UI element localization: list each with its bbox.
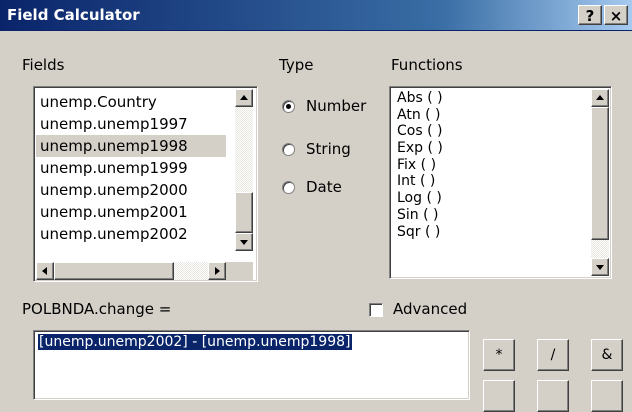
fields-list[interactable]: unemp.Country unemp.unemp1997 unemp.unemp1… bbox=[33, 86, 258, 282]
window-title: Field Calculator bbox=[7, 6, 140, 24]
function-list-item[interactable]: Atn ( ) bbox=[393, 107, 583, 124]
fields-scroll-up-button[interactable] bbox=[235, 89, 253, 107]
function-list-item[interactable]: Int ( ) bbox=[393, 173, 583, 190]
radio-button[interactable] bbox=[282, 143, 295, 156]
field-list-item[interactable]: unemp.unemp2000 bbox=[36, 179, 226, 201]
fields-items: unemp.Country unemp.unemp1997 unemp.unemp1… bbox=[36, 91, 226, 245]
field-list-item[interactable]: unemp.unemp1997 bbox=[36, 113, 226, 135]
arrow-down-icon bbox=[240, 240, 248, 245]
expression-textarea[interactable]: [unemp.unemp2002] - [unemp.unemp1998] bbox=[33, 330, 470, 400]
function-list-item[interactable]: Log ( ) bbox=[393, 190, 583, 207]
functions-list[interactable]: Abs ( ) Atn ( ) Cos ( ) Exp ( ) Fix ( ) Int (… bbox=[389, 86, 612, 279]
type-option-label: String bbox=[306, 140, 351, 158]
concatenate-button[interactable]: & bbox=[591, 339, 623, 371]
help-button[interactable]: ? bbox=[578, 5, 602, 25]
functions-scroll-down-button[interactable] bbox=[591, 258, 609, 276]
functions-vscroll-track[interactable] bbox=[591, 240, 609, 258]
functions-scroll-up-button[interactable] bbox=[591, 89, 609, 107]
fields-vscroll-thumb[interactable] bbox=[235, 192, 253, 233]
arrow-down-icon bbox=[596, 265, 604, 270]
divide-button[interactable]: / bbox=[537, 339, 569, 371]
function-list-item[interactable]: Abs ( ) bbox=[393, 90, 583, 107]
fields-label: Fields bbox=[22, 56, 65, 74]
arrow-up-icon bbox=[240, 95, 248, 100]
field-list-item[interactable]: unemp.unemp2002 bbox=[36, 223, 226, 245]
advanced-checkbox[interactable] bbox=[369, 303, 383, 317]
fields-hscroll-track[interactable] bbox=[174, 262, 208, 280]
radio-dot-icon bbox=[286, 104, 291, 109]
function-list-item[interactable]: Exp ( ) bbox=[393, 140, 583, 157]
functions-label: Functions bbox=[391, 56, 463, 74]
fields-hscroll-thumb[interactable] bbox=[54, 262, 174, 280]
type-option-label: Number bbox=[306, 97, 367, 115]
field-list-item[interactable]: unemp.Country bbox=[36, 91, 226, 113]
target-field-label: POLBNDA.change = bbox=[22, 300, 172, 318]
radio-button[interactable] bbox=[282, 181, 295, 194]
field-list-item[interactable]: unemp.unemp1999 bbox=[36, 157, 226, 179]
type-option-label: Date bbox=[306, 178, 342, 196]
advanced-label: Advanced bbox=[393, 300, 468, 318]
fields-scroll-right-button[interactable] bbox=[208, 262, 226, 280]
arrow-up-icon bbox=[596, 95, 604, 100]
expression-text: [unemp.unemp2002] - [unemp.unemp1998] bbox=[38, 334, 352, 350]
functions-items: Abs ( ) Atn ( ) Cos ( ) Exp ( ) Fix ( ) Int (… bbox=[393, 90, 583, 240]
multiply-button[interactable]: * bbox=[483, 339, 515, 371]
close-button[interactable]: × bbox=[604, 5, 628, 25]
type-label: Type bbox=[279, 56, 314, 74]
functions-vscroll-thumb[interactable] bbox=[591, 107, 609, 240]
field-list-item[interactable]: unemp.unemp2001 bbox=[36, 201, 226, 223]
arrow-left-icon bbox=[42, 267, 47, 275]
function-list-item[interactable]: Cos ( ) bbox=[393, 123, 583, 140]
function-list-item[interactable]: Sqr ( ) bbox=[393, 224, 583, 241]
fields-scroll-down-button[interactable] bbox=[235, 233, 253, 251]
scroll-corner bbox=[226, 262, 253, 280]
function-list-item[interactable]: Sin ( ) bbox=[393, 207, 583, 224]
radio-button[interactable] bbox=[282, 100, 295, 113]
title-bar: Field Calculator ? × bbox=[0, 0, 632, 31]
function-list-item[interactable]: Fix ( ) bbox=[393, 157, 583, 174]
arrow-right-icon bbox=[215, 267, 220, 275]
field-list-item[interactable]: unemp.unemp1998 bbox=[36, 135, 226, 157]
fields-scroll-left-button[interactable] bbox=[36, 262, 54, 280]
